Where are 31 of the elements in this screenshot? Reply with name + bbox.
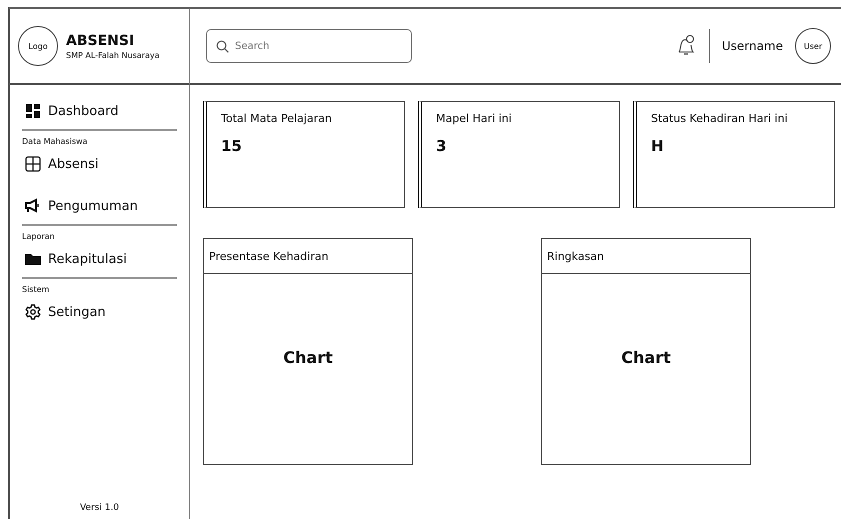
panel-title: Presentase Kehadiran <box>209 250 328 262</box>
stat-value: 15 <box>221 137 243 155</box>
folder-icon <box>25 251 41 267</box>
user-avatar[interactable]: User <box>795 28 831 64</box>
panel-title: Ringkasan <box>547 250 604 262</box>
username: Username <box>722 39 783 53</box>
section-label: Laporan <box>22 232 56 241</box>
sidebar-item[interactable]: Absensi <box>22 152 177 182</box>
search-icon <box>216 40 229 53</box>
stat-label: Total Mata Pelajaran <box>221 112 333 125</box>
sidebar-item[interactable]: Rekapitulasi <box>22 247 177 277</box>
stat-label: Mapel Hari ini <box>436 112 513 125</box>
section-label: Data Mahasiswa <box>22 137 88 146</box>
app-title: ABSENSI <box>66 32 136 48</box>
sidebar-item[interactable]: Dashboard <box>22 99 177 129</box>
version-label: Versi 1.0 <box>80 503 120 513</box>
search-field[interactable]: Search <box>206 29 412 63</box>
sidebar-item[interactable]: Pengumuman <box>22 194 177 224</box>
chart-label: Chart <box>621 348 671 366</box>
chart-label: Chart <box>283 348 333 366</box>
stat-label: Status Kehadiran Hari ini <box>651 112 789 125</box>
dashboard-icon <box>25 103 41 119</box>
settings-icon <box>25 304 41 320</box>
stat-value: H <box>651 137 665 155</box>
logo: Logo <box>18 26 58 66</box>
table-icon <box>25 156 41 172</box>
stat-value: 3 <box>436 137 448 155</box>
sidebar-item[interactable]: Setingan <box>22 300 177 330</box>
megaphone-icon <box>25 198 41 214</box>
school-name: SMP AL-Falah Nusaraya <box>66 50 160 60</box>
section-label: Sistem <box>22 285 50 294</box>
